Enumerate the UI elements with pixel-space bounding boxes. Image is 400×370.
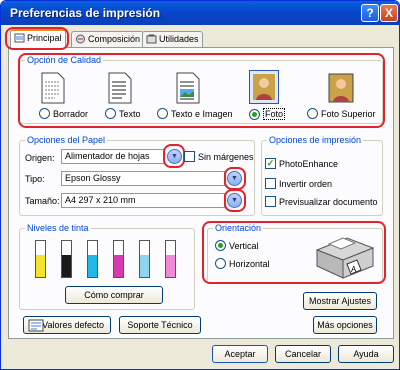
window-title: Preferencias de impresión [10, 6, 161, 20]
tab-utilidades[interactable]: Utilidades [142, 31, 203, 47]
checkbox-label: PhotoEnhance [279, 158, 339, 169]
orientation-horizontal-radio[interactable]: Horizontal [215, 258, 270, 269]
tab-principal[interactable]: Principal [10, 29, 66, 48]
checkbox-box [265, 196, 276, 207]
checkbox-box: ✓ [265, 158, 276, 169]
ink-cartridge [35, 240, 46, 278]
size-dropdown-button[interactable]: ▼ [227, 193, 242, 208]
radio-label: Horizontal [229, 258, 270, 269]
reverse-order-checkbox[interactable]: Invertir orden [265, 178, 332, 189]
tab-panel-principal: Opción de Calidad Borrador Texto Texto e… [8, 47, 394, 339]
ink-level-fill [36, 255, 45, 277]
ink-level-fill [114, 255, 123, 277]
print-preferences-window: Preferencias de impresión ? X Principal … [0, 0, 400, 370]
radio-circle [307, 108, 318, 119]
printer-orientation-icon: A [315, 237, 375, 279]
text-image-icon [176, 72, 200, 104]
tab-composicion[interactable]: Composición [71, 31, 145, 47]
ink-level-fill [62, 255, 71, 277]
text-icon [108, 72, 132, 104]
quality-draft-radio[interactable]: Borrador [39, 108, 88, 119]
page-icon [14, 33, 25, 43]
ink-level-fill [166, 255, 175, 277]
more-options-button[interactable]: Más opciones [313, 316, 377, 334]
help-button[interactable]: Ayuda [338, 345, 394, 363]
radio-label: Foto Superior [321, 108, 376, 119]
accept-button[interactable]: Aceptar [212, 345, 268, 363]
radio-circle [249, 108, 260, 120]
origin-select[interactable]: Alimentador de hojas [61, 149, 165, 164]
paper-group-label: Opciones del Papel [25, 135, 108, 145]
quality-text-radio[interactable]: Texto [105, 108, 141, 119]
photo-icon [249, 70, 279, 104]
print-options-group-label: Opciones de impresión [267, 135, 364, 145]
radio-label: Texto e Imagen [171, 108, 233, 119]
ink-group-label: Niveles de tinta [25, 223, 91, 233]
type-dropdown-button[interactable]: ▼ [227, 171, 242, 186]
defaults-button[interactable]: Valores defecto [23, 316, 111, 334]
ink-cartridge [87, 240, 98, 278]
photo-superior-icon [328, 73, 354, 103]
ink-cartridge [165, 240, 176, 278]
orientation-group-label: Orientación [213, 223, 264, 233]
radio-circle [215, 258, 226, 269]
size-label: Tamaño: [25, 196, 60, 206]
checkbox-label: Previsualizar documento [279, 196, 378, 207]
tab-label: Principal [27, 33, 62, 43]
ink-cartridge [139, 240, 150, 278]
utilities-icon [146, 34, 157, 44]
origin-label: Origen: [25, 153, 55, 163]
size-select[interactable]: A4 297 x 210 mm [61, 193, 225, 208]
radio-circle [39, 108, 50, 119]
svg-text:A: A [351, 265, 357, 274]
radio-circle [157, 108, 168, 119]
close-title-button[interactable]: X [380, 4, 398, 22]
orientation-vertical-radio[interactable]: Vertical [215, 240, 259, 251]
tech-support-button[interactable]: Soporte Técnico [119, 316, 201, 334]
ink-cartridge [113, 240, 124, 278]
quality-text-image-radio[interactable]: Texto e Imagen [157, 108, 233, 119]
radio-label: Borrador [53, 108, 89, 119]
layout-icon [76, 34, 85, 44]
defaults-label: Valores defecto [42, 320, 104, 330]
radio-label: Vertical [229, 240, 259, 251]
quality-photo-superior-radio[interactable]: Foto Superior [307, 108, 376, 119]
photoenhance-checkbox[interactable]: ✓ PhotoEnhance [265, 158, 338, 169]
draft-icon [41, 72, 65, 104]
checkbox-label: Sin márgenes [198, 151, 254, 162]
title-bar: Preferencias de impresión ? X [1, 1, 399, 25]
preview-checkbox[interactable]: Previsualizar documento [265, 196, 378, 207]
quality-group-label: Opción de Calidad [25, 55, 104, 65]
checkbox-box [265, 178, 276, 189]
ink-level-fill [88, 255, 97, 277]
how-to-buy-button[interactable]: Cómo comprar [65, 286, 163, 304]
tab-label: Utilidades [159, 34, 199, 44]
checkbox-label: Invertir orden [279, 178, 333, 189]
help-title-button[interactable]: ? [361, 4, 379, 22]
borderless-checkbox[interactable]: Sin márgenes [184, 151, 254, 162]
show-settings-button[interactable]: Mostrar Ajustes [303, 292, 377, 310]
tab-label: Composición [88, 34, 141, 44]
type-select[interactable]: Epson Glossy [61, 171, 225, 186]
radio-circle [215, 240, 226, 251]
ink-level-fill [140, 255, 149, 277]
checkbox-box [184, 151, 195, 162]
radio-label: Texto [119, 108, 141, 119]
radio-label: Foto [263, 108, 286, 120]
origin-dropdown-button[interactable]: ▼ [167, 149, 182, 164]
defaults-icon [28, 319, 44, 332]
ink-cartridge [61, 240, 72, 278]
quality-photo-radio[interactable]: Foto [249, 108, 286, 120]
radio-circle [105, 108, 116, 119]
type-label: Tipo: [25, 174, 45, 184]
cancel-button[interactable]: Cancelar [275, 345, 331, 363]
